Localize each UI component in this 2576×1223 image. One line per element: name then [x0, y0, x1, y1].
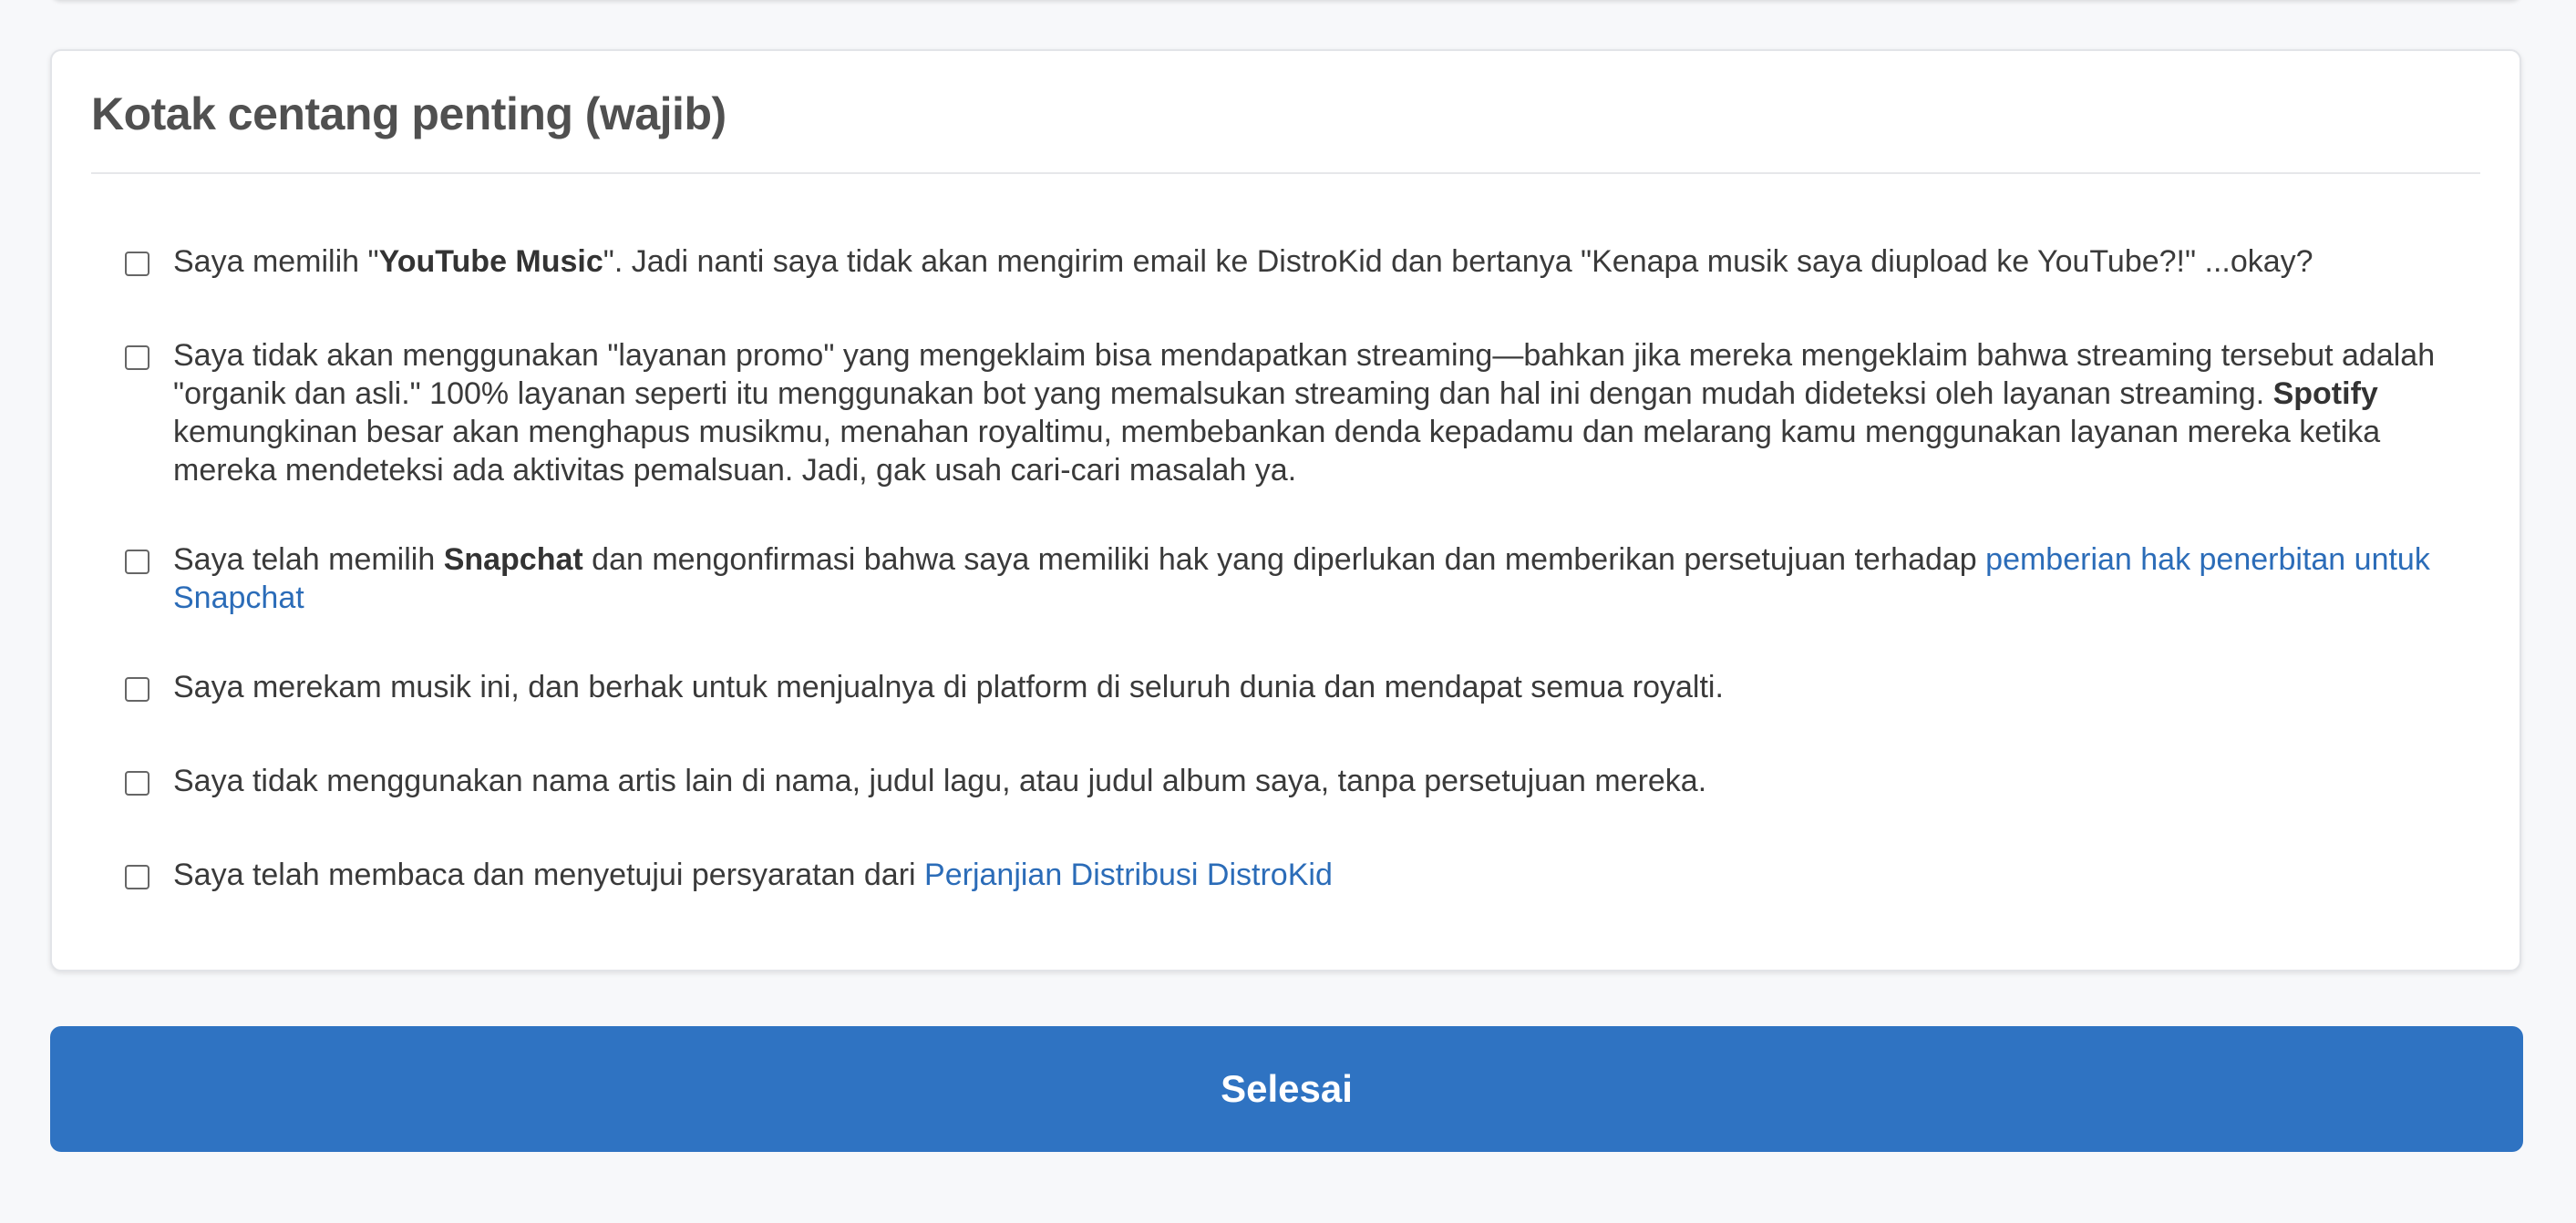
checkbox-snapchat[interactable] — [125, 550, 149, 574]
finish-button[interactable]: Selesai — [50, 1026, 2523, 1152]
checkbox-label-own-recording: Saya merekam musik ini, dan berhak untuk… — [173, 670, 1724, 704]
checkbox-row-no-promo-services[interactable]: Saya tidak akan menggunakan "layanan pro… — [125, 336, 2465, 489]
section-title: Kotak centang penting (wajib) — [91, 88, 726, 139]
checkbox-label-youtube-music: Saya memilih "YouTube Music". Jadi nanti… — [173, 244, 2313, 279]
required-checkboxes-card: Kotak centang penting (wajib) Saya memil… — [50, 49, 2521, 971]
checkbox-no-other-artist-names[interactable] — [125, 771, 149, 796]
checkbox-row-snapchat[interactable]: Saya telah memilih Snapchat dan mengonfi… — [125, 540, 2465, 617]
distribution-agreement-link[interactable]: Perjanjian Distribusi DistroKid — [924, 858, 1333, 892]
checkbox-row-distribution-agreement[interactable]: Saya telah membaca dan menyetujui persya… — [125, 856, 2465, 894]
section-divider — [91, 172, 2480, 174]
checkbox-label-no-other-artist-names: Saya tidak menggunakan nama artis lain d… — [173, 764, 1707, 798]
checkbox-row-youtube-music[interactable]: Saya memilih "YouTube Music". Jadi nanti… — [125, 242, 2465, 281]
checkbox-distribution-agreement[interactable] — [125, 865, 149, 889]
checkbox-label-snapchat: Saya telah memilih Snapchat dan mengonfi… — [173, 542, 2430, 615]
checkbox-youtube-music[interactable] — [125, 252, 149, 276]
checkbox-no-promo-services[interactable] — [125, 345, 149, 370]
checkbox-own-recording[interactable] — [125, 677, 149, 702]
checkbox-label-no-promo-services: Saya tidak akan menggunakan "layanan pro… — [173, 338, 2436, 488]
checkbox-row-own-recording[interactable]: Saya merekam musik ini, dan berhak untuk… — [125, 668, 2465, 706]
checkbox-row-no-other-artist-names[interactable]: Saya tidak menggunakan nama artis lain d… — [125, 762, 2465, 800]
checkbox-label-distribution-agreement: Saya telah membaca dan menyetujui persya… — [173, 858, 1333, 892]
